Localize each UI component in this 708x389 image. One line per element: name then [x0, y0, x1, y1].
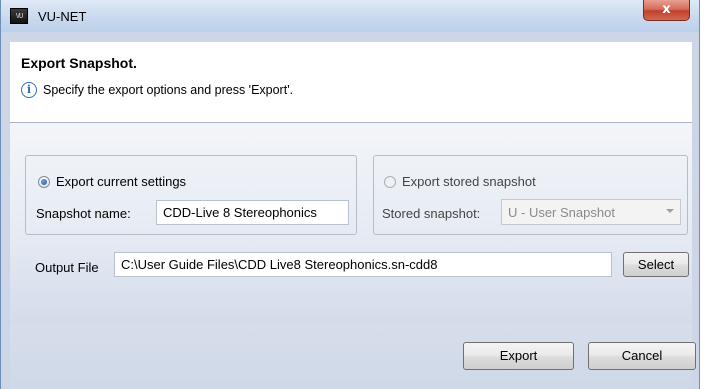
select-button[interactable]: Select: [623, 252, 689, 277]
export-current-radio[interactable]: [38, 176, 50, 188]
cancel-button[interactable]: Cancel: [588, 342, 696, 370]
stored-snapshot-value: U - User Snapshot: [508, 205, 615, 220]
app-icon: VU: [10, 8, 28, 24]
title-bar[interactable]: VU VU-NET x: [1, 0, 699, 32]
dialog-window: VU VU-NET x Export Snapshot. i Specify t…: [0, 0, 700, 389]
snapshot-name-input[interactable]: CDD-Live 8 Stereophonics: [156, 200, 349, 225]
info-icon: i: [21, 82, 37, 98]
output-file-input[interactable]: C:\User Guide Files\CDD Live8 Stereophon…: [114, 252, 612, 277]
dialog-header: Export Snapshot. i Specify the export op…: [10, 42, 692, 122]
export-button[interactable]: Export: [463, 342, 574, 370]
export-current-label[interactable]: Export current settings: [56, 174, 186, 189]
page-title: Export Snapshot.: [21, 55, 137, 71]
dialog-footer: Export Cancel: [10, 323, 696, 389]
chevron-down-icon: [666, 209, 674, 213]
options-panel: Export current settings Snapshot name: C…: [10, 123, 692, 323]
window-title: VU-NET: [38, 9, 87, 24]
stored-snapshot-label: Stored snapshot:: [382, 206, 481, 221]
stored-snapshot-dropdown[interactable]: U - User Snapshot: [501, 199, 681, 225]
output-file-label: Output File: [35, 260, 99, 275]
export-stored-group: Export stored snapshot Stored snapshot: …: [373, 155, 688, 235]
close-icon[interactable]: x: [643, 0, 690, 21]
export-stored-label[interactable]: Export stored snapshot: [402, 174, 536, 189]
snapshot-name-label: Snapshot name:: [36, 206, 131, 221]
export-stored-radio[interactable]: [384, 176, 396, 188]
export-current-group: Export current settings Snapshot name: C…: [25, 155, 357, 235]
instructions-text: Specify the export options and press 'Ex…: [43, 83, 294, 97]
